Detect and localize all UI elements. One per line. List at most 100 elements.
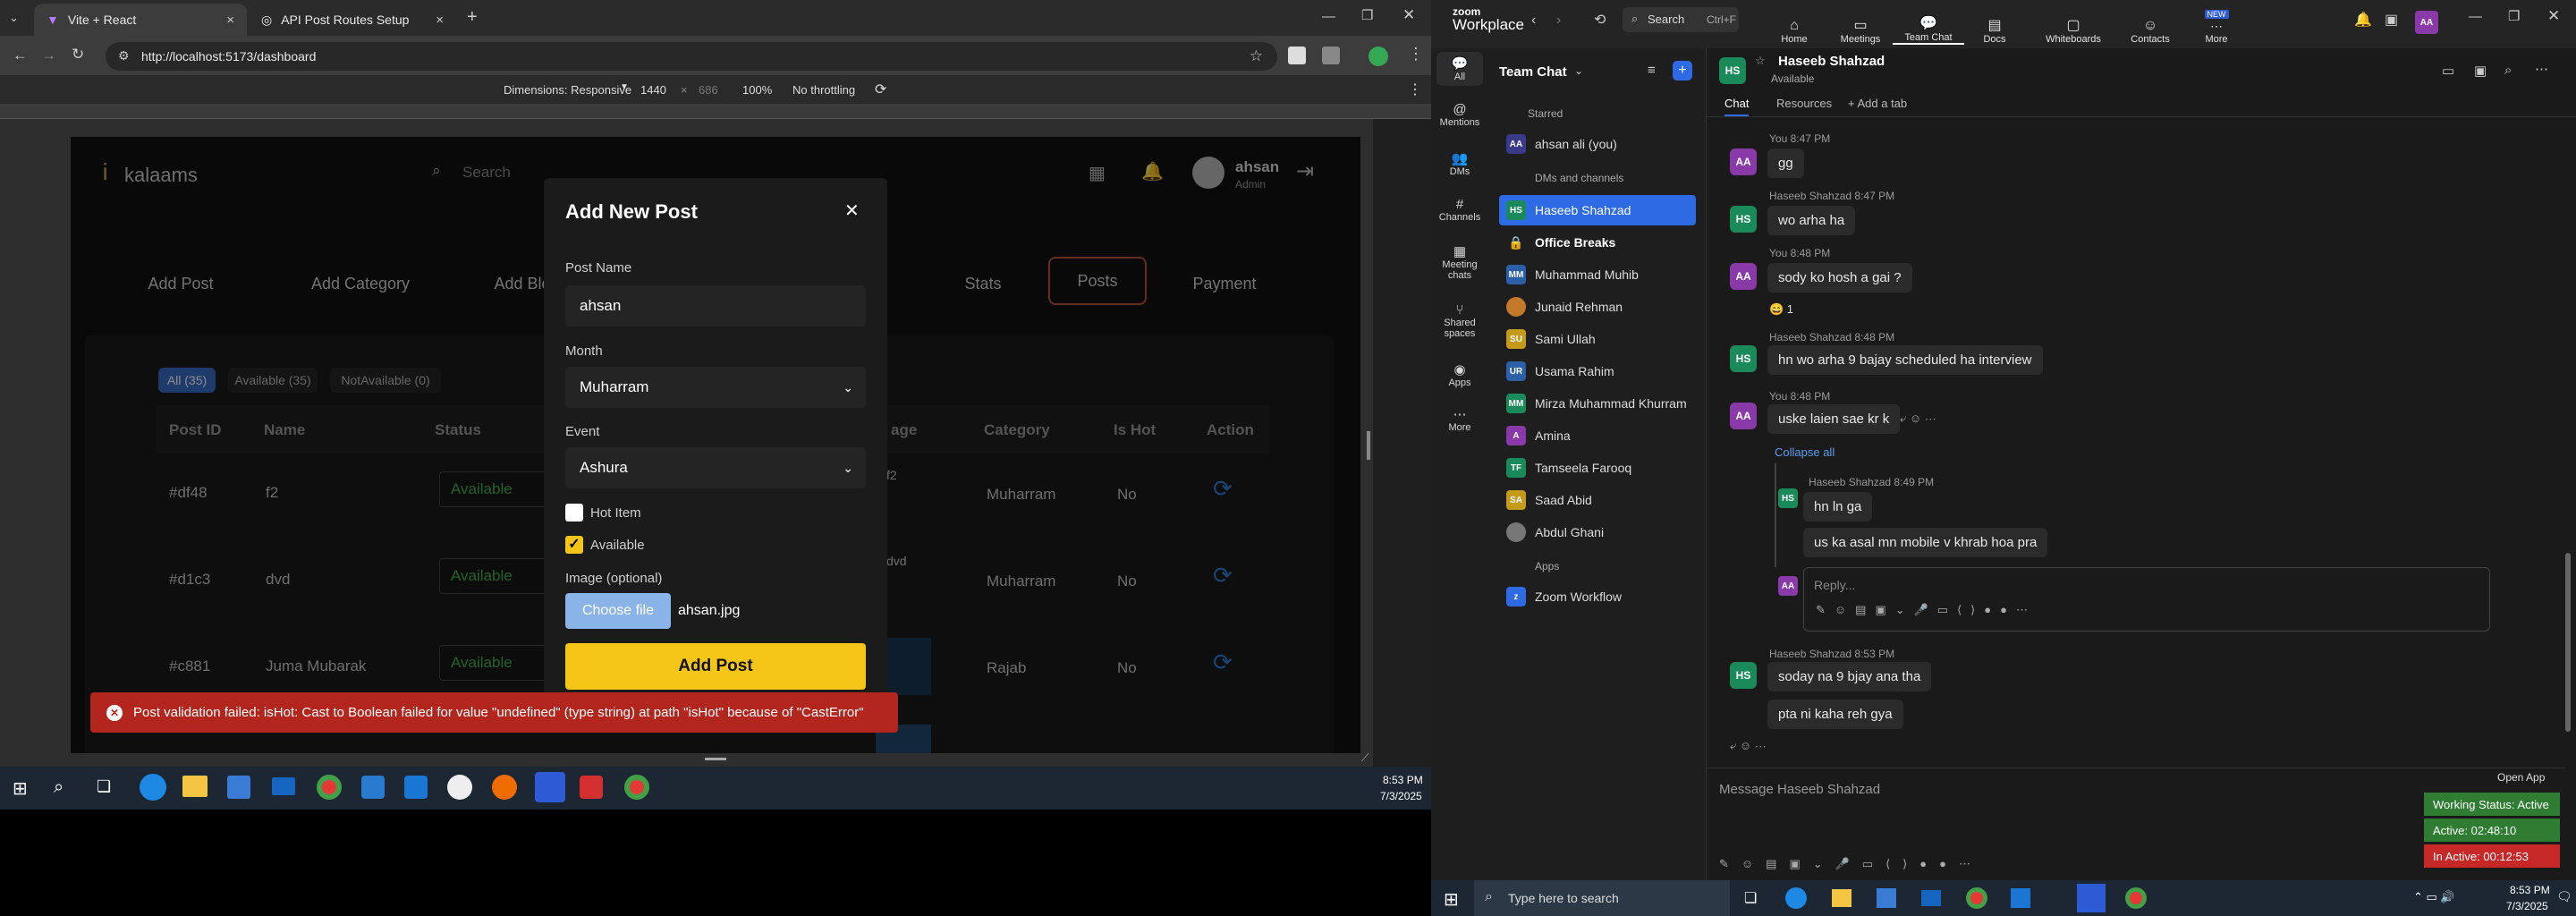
- message-bubble[interactable]: soday na 9 bjay ana tha: [1767, 662, 1932, 691]
- vscode-icon[interactable]: [404, 776, 428, 799]
- extension-icon[interactable]: [1288, 47, 1306, 64]
- tray-icons[interactable]: ⌃ ▭ 🔊: [2413, 890, 2455, 904]
- menu-icon[interactable]: ⋮: [1408, 45, 1424, 64]
- scrollbar-thumb[interactable]: [1367, 431, 1370, 460]
- more-icon[interactable]: ⋯: [2535, 61, 2548, 77]
- chat-item-self[interactable]: AA ahsan ali (you): [1499, 129, 1696, 159]
- reply-box[interactable]: [1803, 567, 2490, 632]
- nav-docs[interactable]: ▤ Docs: [1959, 5, 2030, 45]
- chat-item-junaid[interactable]: Junaid Rehman: [1499, 292, 1696, 322]
- message-input[interactable]: Message Haseeb Shahzad: [1719, 782, 1880, 797]
- mail-icon[interactable]: [272, 777, 295, 795]
- message-bubble[interactable]: pta ni kaha reh gya: [1767, 700, 1903, 729]
- message-bubble[interactable]: sody ko hosh a gai ?: [1767, 263, 1912, 293]
- forward-icon[interactable]: →: [41, 47, 56, 64]
- whiteboard-quick-icon[interactable]: ▣: [2385, 11, 2398, 29]
- message-bubble[interactable]: us ka asal mn mobile v khrab hoa pra: [1803, 528, 2048, 557]
- composer-toolbar[interactable]: ✎☺▤▣⌄🎤▭⟨⟩●●⋯: [1719, 857, 1983, 871]
- chrome-icon[interactable]: [624, 775, 649, 800]
- minimize-icon[interactable]: —: [2469, 9, 2482, 24]
- app-icon[interactable]: [361, 776, 385, 799]
- nav-meetings[interactable]: ▭ Meetings: [1825, 5, 1896, 45]
- nav-contacts[interactable]: ☺ Contacts: [2114, 5, 2186, 45]
- star-icon[interactable]: ☆: [1250, 47, 1263, 65]
- side-mentions[interactable]: @ Mentions: [1431, 102, 1488, 128]
- side-channels[interactable]: # Channels: [1431, 197, 1488, 223]
- screen-share-icon[interactable]: ▣: [2474, 63, 2487, 79]
- message-bubble[interactable]: hn ln ga: [1803, 492, 1873, 522]
- section-starred[interactable]: Starred: [1528, 107, 1563, 120]
- side-more[interactable]: ⋯ More: [1431, 406, 1488, 433]
- task-view-icon[interactable]: ❏: [1744, 889, 1757, 907]
- back-icon[interactable]: ←: [13, 47, 28, 64]
- tab-api-post-routes[interactable]: ◎ API Post Routes Setup ×: [249, 4, 456, 36]
- close-icon[interactable]: ✕: [844, 199, 860, 222]
- edge-icon[interactable]: [140, 774, 166, 801]
- reload-icon[interactable]: ↻: [72, 46, 84, 64]
- tab-add[interactable]: + Add a tab: [1848, 97, 1907, 110]
- resize-handle-icon[interactable]: ⟋: [1361, 751, 1368, 765]
- edge-icon[interactable]: [1785, 887, 1807, 909]
- tab-vite-react[interactable]: ▼ Vite + React ×: [34, 4, 247, 36]
- back-icon[interactable]: ‹: [1531, 13, 1536, 29]
- chat-item-sami[interactable]: SU Sami Ullah: [1499, 324, 1696, 354]
- video-icon[interactable]: ▭: [2442, 63, 2454, 79]
- chat-scrollbar-thumb[interactable]: [2565, 553, 2571, 732]
- chat-item-office-breaks[interactable]: 🔒 Office Breaks: [1499, 227, 1696, 258]
- chat-item-usama[interactable]: UR Usama Rahim: [1499, 356, 1696, 386]
- chat-item-saad[interactable]: SA Saad Abid: [1499, 485, 1696, 515]
- profile-icon[interactable]: [1368, 47, 1388, 66]
- height-input[interactable]: 686: [699, 83, 718, 97]
- notification-icon[interactable]: 🗨: [2556, 889, 2572, 904]
- message-bubble[interactable]: uske laien sae kr k: [1767, 404, 1901, 434]
- list-title-chevron-icon[interactable]: ⌄: [1574, 64, 1583, 77]
- add-post-button[interactable]: Add Post: [565, 643, 866, 690]
- reply-input[interactable]: Reply...: [1814, 578, 1855, 592]
- post-name-field[interactable]: ahsan: [565, 285, 866, 327]
- chat-item-muhib[interactable]: MM Muhammad Muhib: [1499, 259, 1696, 290]
- close-window-icon[interactable]: ✕: [2547, 7, 2560, 25]
- minimize-icon[interactable]: —: [1322, 9, 1335, 24]
- nav-more[interactable]: NEW ⋯ More: [2181, 5, 2252, 45]
- close-tab-icon[interactable]: ×: [436, 13, 444, 28]
- chat-item-abdul[interactable]: Abdul Ghani: [1499, 517, 1696, 547]
- side-dms[interactable]: 👥 DMs: [1431, 150, 1488, 177]
- side-all[interactable]: 💬 All: [1436, 52, 1483, 86]
- app-icon[interactable]: [580, 776, 603, 799]
- bell-icon[interactable]: 🔔: [2354, 11, 2372, 29]
- vscode-icon[interactable]: [2011, 888, 2030, 908]
- compose-button[interactable]: +: [1673, 61, 1692, 81]
- address-bar[interactable]: ⚙ http://localhost:5173/dashboard ☆: [106, 42, 1277, 71]
- maximize-icon[interactable]: ❐: [1361, 7, 1373, 23]
- more-options-icon[interactable]: ⋮: [1408, 81, 1422, 98]
- chrome-icon[interactable]: [1966, 887, 1987, 909]
- width-input[interactable]: 1440: [640, 83, 666, 97]
- dimensions-select[interactable]: Dimensions: Responsive: [504, 83, 631, 97]
- chat-item-tamseela[interactable]: TF Tamseela Farooq: [1499, 453, 1696, 483]
- task-view-icon[interactable]: ❏: [97, 777, 111, 796]
- side-shared-spaces[interactable]: ⑂ Shared spaces: [1431, 302, 1488, 339]
- site-info-icon[interactable]: ⚙: [118, 48, 130, 64]
- section-dms[interactable]: DMs and channels: [1535, 172, 1623, 184]
- windows-start-icon[interactable]: ⊞: [13, 777, 28, 800]
- search-icon[interactable]: ⌕: [54, 777, 64, 798]
- nav-home[interactable]: ⌂ Home: [1758, 5, 1830, 45]
- file-explorer-icon[interactable]: [1832, 889, 1852, 907]
- github-icon[interactable]: [447, 775, 472, 800]
- store-icon[interactable]: [227, 776, 250, 799]
- store-icon[interactable]: [1877, 888, 1896, 908]
- chat-item-amina[interactable]: A Amina: [1499, 420, 1696, 451]
- reply-toolbar[interactable]: ✎☺▤▣⌄🎤▭⟨⟩●●⋯: [1816, 603, 2037, 617]
- file-explorer-icon[interactable]: [182, 776, 208, 797]
- message-bubble[interactable]: wo arha ha: [1767, 206, 1856, 235]
- close-tab-icon[interactable]: ×: [226, 13, 234, 28]
- nav-whiteboards[interactable]: ▢ Whiteboards: [2038, 5, 2109, 45]
- section-apps[interactable]: Apps: [1535, 560, 1559, 572]
- new-tab-button[interactable]: +: [467, 7, 478, 28]
- error-toast[interactable]: ✕ Post validation failed: isHot: Cast to…: [90, 692, 898, 733]
- tab-resources[interactable]: Resources: [1776, 97, 1832, 110]
- nav-team-chat[interactable]: 💬 Team Chat: [1893, 5, 1964, 45]
- maximize-icon[interactable]: ❐: [2508, 8, 2520, 24]
- mail-icon[interactable]: [1921, 890, 1941, 906]
- drag-handle[interactable]: [705, 758, 726, 760]
